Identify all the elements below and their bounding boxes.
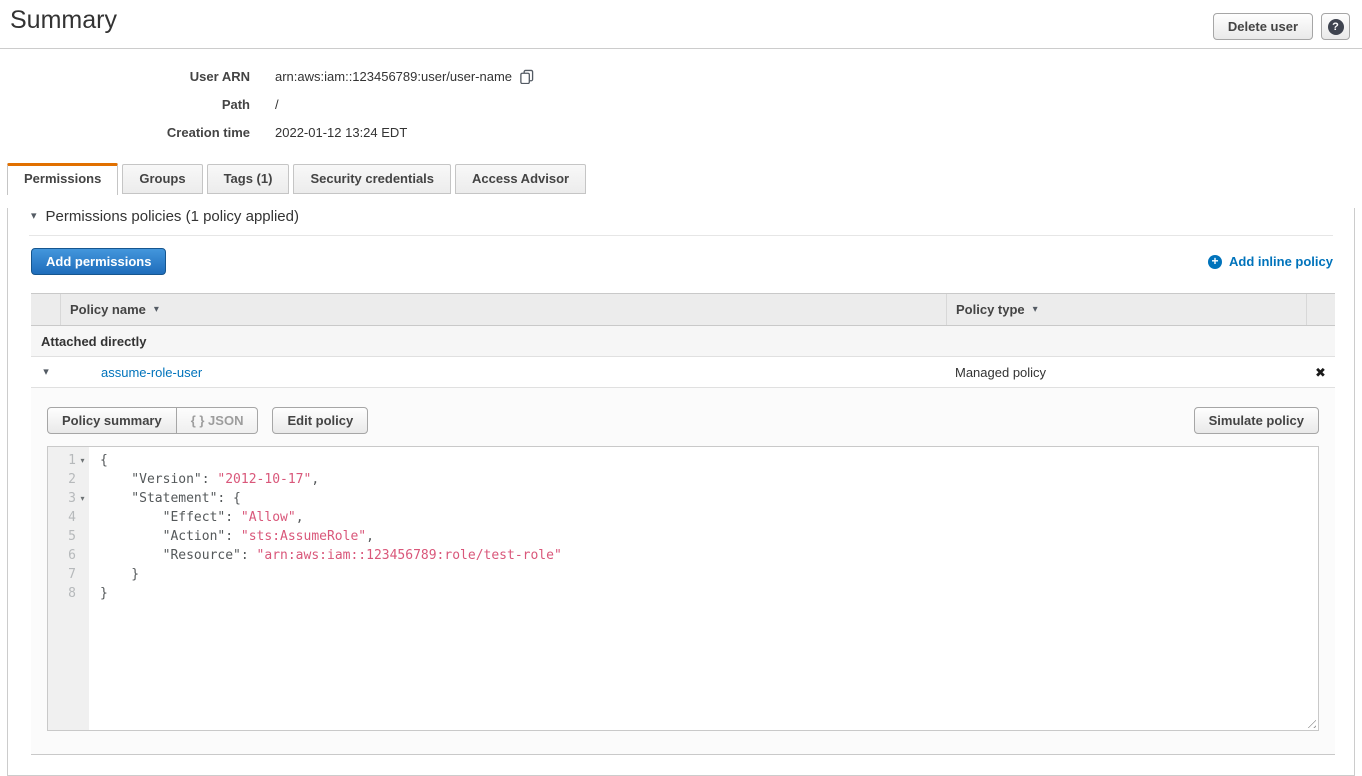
section-divider [29, 235, 1333, 236]
tab-bar: Permissions Groups Tags (1) Security cre… [0, 163, 1362, 194]
detail-row-path: Path / [0, 90, 1362, 118]
path-label: Path [0, 97, 250, 112]
creation-time-value: 2022-01-12 13:24 EDT [275, 125, 407, 140]
resize-handle[interactable] [1304, 716, 1316, 728]
add-inline-policy-label: Add inline policy [1229, 254, 1333, 269]
section-caret-icon: ▾ [31, 211, 37, 222]
detail-row-user-arn: User ARN arn:aws:iam::123456789:user/use… [0, 62, 1362, 90]
page-header: Summary Delete user ? [0, 0, 1362, 49]
sort-caret-icon: ▾ [154, 304, 159, 315]
section-heading-label: Permissions policies (1 policy applied) [46, 208, 299, 225]
code-text: "Statement": { [89, 489, 241, 508]
help-icon: ? [1328, 19, 1344, 35]
code-text: } [89, 565, 139, 584]
copy-icon[interactable] [519, 69, 534, 84]
policy-name-column-header[interactable]: Policy name ▾ [61, 294, 946, 325]
policy-detail-toolbar: Policy summary { } JSON Edit policy Simu… [47, 407, 1319, 434]
policy-summary-button[interactable]: Policy summary [47, 407, 177, 434]
header-actions: Delete user ? [1213, 13, 1350, 40]
line-number: 4 [68, 508, 76, 527]
code-line: 4 "Effect": "Allow", [48, 508, 1318, 527]
fold-caret-icon[interactable]: ▾ [76, 489, 89, 508]
tab-groups[interactable]: Groups [122, 164, 202, 194]
code-line: 3▾ "Statement": { [48, 489, 1318, 508]
sort-caret-icon: ▾ [1033, 304, 1038, 315]
path-value: / [275, 97, 279, 112]
row-caret-icon: ▾ [43, 367, 49, 378]
code-line: 8} [48, 584, 1318, 603]
permissions-policies-heading[interactable]: ▾ Permissions policies (1 policy applied… [31, 208, 1354, 225]
code-text: "Effect": "Allow", [89, 508, 304, 527]
line-number: 5 [68, 527, 76, 546]
simulate-policy-button[interactable]: Simulate policy [1194, 407, 1319, 434]
permissions-tab-panel: ▾ Permissions policies (1 policy applied… [7, 208, 1355, 776]
gutter-cell: 5 [48, 527, 89, 546]
plus-circle-icon: + [1208, 255, 1222, 269]
line-number: 6 [68, 546, 76, 565]
gutter-cell: 4 [48, 508, 89, 527]
policy-view-button-group: Policy summary { } JSON [47, 407, 258, 434]
code-text: "Action": "sts:AssumeRole", [89, 527, 374, 546]
policy-name-header-label: Policy name [70, 302, 146, 317]
gutter-cell: 8 [48, 584, 89, 603]
code-text: "Version": "2012-10-17", [89, 470, 319, 489]
creation-time-label: Creation time [0, 125, 250, 140]
line-number: 8 [68, 584, 76, 603]
policy-table-row: ▾ assume-role-user Managed policy ✖ [31, 357, 1335, 388]
tab-security-credentials[interactable]: Security credentials [293, 164, 451, 194]
json-button[interactable]: { } JSON [177, 407, 259, 434]
row-expander[interactable]: ▾ [31, 367, 61, 378]
user-details: User ARN arn:aws:iam::123456789:user/use… [0, 62, 1362, 146]
expand-column-header [31, 294, 61, 325]
gutter-cell: 3▾ [48, 489, 89, 508]
delete-user-button[interactable]: Delete user [1213, 13, 1313, 40]
gutter-cell: 7 [48, 565, 89, 584]
policy-table-header: Policy name ▾ Policy type ▾ [31, 293, 1335, 326]
policy-detail-panel: Policy summary { } JSON Edit policy Simu… [31, 388, 1335, 755]
code-line: 1▾{ [48, 451, 1318, 470]
policy-type-value: Managed policy [946, 365, 1306, 380]
tab-access-advisor[interactable]: Access Advisor [455, 164, 586, 194]
code-line: 5 "Action": "sts:AssumeRole", [48, 527, 1318, 546]
group-row-attached-directly: Attached directly [31, 326, 1335, 357]
tab-tags[interactable]: Tags (1) [207, 164, 290, 194]
line-number: 2 [68, 470, 76, 489]
policy-actions-row: Add permissions + Add inline policy [31, 248, 1333, 275]
actions-column-header [1306, 294, 1335, 325]
tab-permissions[interactable]: Permissions [7, 163, 118, 195]
policy-table: Policy name ▾ Policy type ▾ Attached dir… [31, 293, 1335, 755]
code-text: { [89, 451, 108, 470]
code-line: 7 } [48, 565, 1318, 584]
code-line: 6 "Resource": "arn:aws:iam::123456789:ro… [48, 546, 1318, 565]
line-number: 7 [68, 565, 76, 584]
json-policy-editor[interactable]: 1▾{2 "Version": "2012-10-17",3▾ "Stateme… [47, 446, 1319, 731]
detach-policy-icon[interactable]: ✖ [1315, 366, 1326, 379]
edit-policy-button[interactable]: Edit policy [272, 407, 368, 434]
policy-name-link[interactable]: assume-role-user [101, 365, 202, 380]
policy-type-column-header[interactable]: Policy type ▾ [946, 294, 1306, 325]
code-text: "Resource": "arn:aws:iam::123456789:role… [89, 546, 562, 565]
gutter-cell: 6 [48, 546, 89, 565]
gutter-cell: 2 [48, 470, 89, 489]
code-text: } [89, 584, 108, 603]
user-arn-value: arn:aws:iam::123456789:user/user-name [275, 69, 512, 84]
user-arn-label: User ARN [0, 69, 250, 84]
fold-caret-icon[interactable]: ▾ [76, 451, 89, 470]
add-inline-policy-link[interactable]: + Add inline policy [1208, 254, 1333, 269]
help-button[interactable]: ? [1321, 13, 1350, 40]
add-permissions-button[interactable]: Add permissions [31, 248, 166, 275]
page-title: Summary [10, 6, 117, 35]
gutter-cell: 1▾ [48, 451, 89, 470]
line-number: 1 [68, 451, 76, 470]
detail-row-creation-time: Creation time 2022-01-12 13:24 EDT [0, 118, 1362, 146]
code-line: 2 "Version": "2012-10-17", [48, 470, 1318, 489]
policy-type-header-label: Policy type [956, 302, 1025, 317]
line-number: 3 [68, 489, 76, 508]
